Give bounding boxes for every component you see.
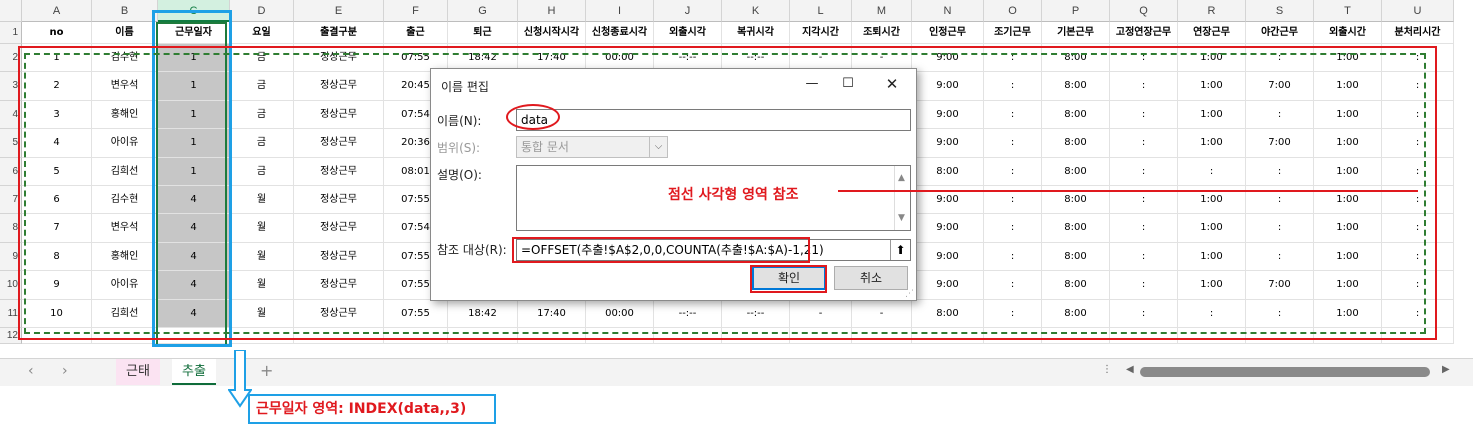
header-cell[interactable]: 야간근무 — [1246, 22, 1314, 44]
column-header-u[interactable]: U — [1382, 0, 1454, 22]
header-cell[interactable]: 조퇴시간 — [852, 22, 912, 44]
header-cell[interactable]: 퇴근 — [448, 22, 518, 44]
row-header-1[interactable]: 1 — [0, 22, 22, 44]
scroll-up-icon[interactable]: ▲ — [898, 168, 905, 188]
column-header-o[interactable]: O — [984, 0, 1042, 22]
cancel-button[interactable]: 취소 — [834, 266, 908, 290]
column-header-m[interactable]: M — [852, 0, 912, 22]
header-cell[interactable]: 이름 — [92, 22, 158, 44]
formula-highlight-annotation — [512, 237, 810, 263]
work-date-annotation: 근무일자 영역: INDEX(data,,3) — [248, 394, 496, 424]
more-options-icon[interactable]: ⋮ — [1102, 364, 1112, 375]
scroll-right-icon[interactable]: ▶ — [1442, 364, 1450, 375]
column-header-r[interactable]: R — [1178, 0, 1246, 22]
header-cell[interactable]: 외출시각 — [654, 22, 722, 44]
scope-value: 통합 문서 — [521, 140, 569, 154]
column-header-g[interactable]: G — [448, 0, 518, 22]
resize-grip-icon[interactable]: ⋰ — [905, 289, 914, 299]
header-cell[interactable]: 출결구분 — [294, 22, 384, 44]
annotation-pointer-line — [838, 190, 1418, 192]
chevron-down-icon: ⌵ — [649, 137, 667, 157]
comment-label: 설명(O): — [437, 168, 482, 182]
column-header-d[interactable]: D — [230, 0, 294, 22]
column-header-b[interactable]: B — [92, 0, 158, 22]
name-input[interactable]: data — [516, 109, 911, 131]
close-icon[interactable]: ✕ — [881, 75, 903, 93]
header-cell[interactable]: 복귀시각 — [722, 22, 790, 44]
name-label: 이름(N): — [437, 114, 482, 128]
header-cell[interactable]: 기본근무 — [1042, 22, 1110, 44]
sheet-tab-bar: ‹ › 근태 추출 + ⋮ ◀ ▶ — [0, 358, 1473, 386]
column-header-q[interactable]: Q — [1110, 0, 1178, 22]
header-cell[interactable]: 분처리시간 — [1382, 22, 1454, 44]
maximize-icon[interactable]: ☐ — [837, 75, 859, 93]
column-header-k[interactable]: K — [722, 0, 790, 22]
collapse-dialog-icon[interactable]: ⬆ — [890, 240, 910, 260]
tab-attendance[interactable]: 근태 — [116, 359, 160, 385]
name-circle-annotation — [506, 104, 560, 130]
column-header-e[interactable]: E — [294, 0, 384, 22]
column-header-l[interactable]: L — [790, 0, 852, 22]
header-cell[interactable]: 출근 — [384, 22, 448, 44]
column-header-i[interactable]: I — [586, 0, 654, 22]
header-cell[interactable]: 요일 — [230, 22, 294, 44]
column-header-t[interactable]: T — [1314, 0, 1382, 22]
next-sheet-icon[interactable]: › — [62, 363, 68, 379]
header-cell[interactable]: 연장근무 — [1178, 22, 1246, 44]
header-cell[interactable]: 지각시간 — [790, 22, 852, 44]
dialog-title: 이름 편집 — [441, 80, 489, 94]
comment-scrollbar[interactable]: ▲ ▼ — [894, 166, 910, 230]
column-header-n[interactable]: N — [912, 0, 984, 22]
tab-extract[interactable]: 추출 — [172, 359, 216, 385]
previous-sheet-icon[interactable]: ‹ — [28, 363, 34, 379]
header-cell[interactable]: 신청종료시각 — [586, 22, 654, 44]
header-cell[interactable]: no — [22, 22, 92, 44]
scroll-down-icon[interactable]: ▼ — [898, 208, 905, 228]
select-all-corner[interactable] — [0, 0, 22, 22]
header-cell[interactable]: 신청시작시각 — [518, 22, 586, 44]
header-cell[interactable]: 조기근무 — [984, 22, 1042, 44]
column-header-h[interactable]: H — [518, 0, 586, 22]
column-header-f[interactable]: F — [384, 0, 448, 22]
column-header-a[interactable]: A — [22, 0, 92, 22]
refers-to-label: 참조 대상(R): — [437, 243, 507, 257]
ok-button-highlight-annotation — [750, 265, 827, 293]
add-sheet-icon[interactable]: + — [260, 361, 273, 380]
column-header-p[interactable]: P — [1042, 0, 1110, 22]
minimize-icon[interactable]: — — [801, 75, 823, 93]
scope-label: 범위(S): — [437, 141, 481, 155]
header-cell[interactable]: 외출시간 — [1314, 22, 1382, 44]
header-cell[interactable]: 인정근무 — [912, 22, 984, 44]
dotted-area-annotation: 점선 사각형 영역 참조 — [668, 187, 799, 203]
horizontal-scrollbar-thumb[interactable] — [1140, 367, 1430, 377]
scope-select[interactable]: 통합 문서 ⌵ — [516, 136, 668, 158]
column-header-j[interactable]: J — [654, 0, 722, 22]
scroll-left-icon[interactable]: ◀ — [1126, 364, 1134, 375]
header-cell[interactable]: 고정연장근무 — [1110, 22, 1178, 44]
column-header-s[interactable]: S — [1246, 0, 1314, 22]
